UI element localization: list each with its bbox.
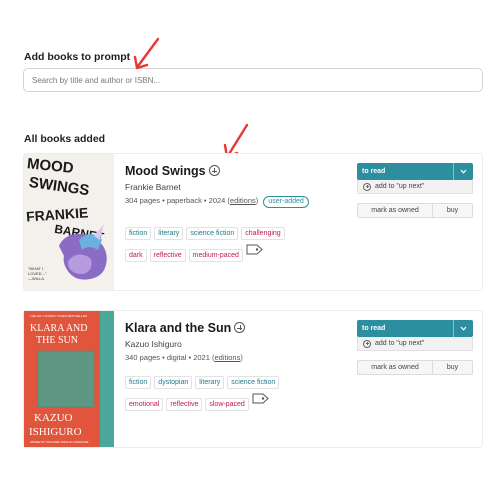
book-card: THE NO.1 SUNDAY TIMES BESTSELLER KLARA A…	[23, 310, 483, 448]
add-books-title: Add books to prompt	[24, 51, 131, 63]
editions-link[interactable]: editions	[230, 196, 256, 205]
tag[interactable]: science fiction	[186, 227, 239, 240]
cover-title-line-2: THE SUN	[36, 335, 78, 346]
user-added-badge: user-added	[263, 196, 309, 208]
add-plus-icon[interactable]	[234, 322, 246, 333]
book-meta: 304 pages • paperback • 2024 (editions) …	[125, 196, 309, 208]
book-cover[interactable]: THE NO.1 SUNDAY TIMES BESTSELLER KLARA A…	[24, 311, 114, 447]
to-read-button[interactable]: to read	[357, 320, 473, 337]
book-author[interactable]: Frankie Barnet	[125, 182, 181, 192]
tag[interactable]: emotional	[125, 398, 164, 411]
add-tag-icon[interactable]	[246, 244, 263, 255]
all-books-title: All books added	[24, 133, 106, 145]
cover-footer: WINNER OF THE NOBEL PRIZE IN LITERATURE	[30, 440, 89, 444]
book-cover[interactable]: MOOD SWINGS FRANKIE BARNET "WHAT I LOVED…	[24, 154, 114, 290]
tag-list: fiction dystopian literary science fiction …	[125, 371, 350, 415]
cover-art: MOOD SWINGS FRANKIE BARNET "WHAT I LOVED…	[24, 154, 114, 290]
tag[interactable]: fiction	[125, 227, 152, 240]
tag[interactable]: slow-paced	[205, 398, 249, 411]
to-read-button[interactable]: to read	[357, 163, 473, 180]
book-title-text[interactable]: Mood Swings	[125, 164, 206, 178]
tag[interactable]: reflective	[149, 249, 186, 262]
tag[interactable]: literary	[195, 376, 225, 389]
buy-button[interactable]: buy	[433, 360, 473, 375]
tag-list: fiction literary science fiction challengin…	[125, 222, 350, 266]
plus-circle-icon	[363, 182, 371, 191]
add-tag-icon[interactable]	[252, 393, 269, 404]
add-plus-icon[interactable]	[208, 165, 220, 176]
tag[interactable]: science fiction	[227, 376, 280, 389]
chevron-down-icon[interactable]	[453, 320, 473, 337]
search-input[interactable]	[24, 69, 482, 91]
book-author[interactable]: Kazuo Ishiguro	[125, 339, 182, 349]
buy-button[interactable]: buy	[433, 203, 473, 218]
mark-owned-button[interactable]: mark as owned	[357, 203, 433, 218]
book-meta: 340 pages • digital • 2021 (editions)	[125, 353, 243, 362]
editions-link[interactable]: editions	[214, 353, 240, 362]
cover-title-line-1: KLARA AND	[30, 323, 88, 334]
cover-top-line: THE NO.1 SUNDAY TIMES BESTSELLER	[30, 314, 88, 318]
chevron-down-icon[interactable]	[453, 163, 473, 180]
tag[interactable]: fiction	[125, 376, 152, 389]
add-up-next-button[interactable]: add to "up next"	[357, 337, 473, 351]
tag[interactable]: dark	[125, 249, 147, 262]
plus-circle-icon	[363, 339, 371, 348]
add-up-next-button[interactable]: add to "up next"	[357, 180, 473, 194]
book-title-text[interactable]: Klara and the Sun	[125, 321, 231, 335]
book-actions: to read add to "up next" mark as owned b…	[357, 163, 473, 218]
svg-text:—WILLA: —WILLA	[28, 276, 44, 281]
cover-author-line-1: KAZUO	[34, 412, 73, 424]
book-actions: to read add to "up next" mark as owned b…	[357, 320, 473, 375]
search-box[interactable]	[23, 68, 483, 92]
book-title[interactable]: Mood Swings	[125, 164, 220, 178]
cover-art: THE NO.1 SUNDAY TIMES BESTSELLER KLARA A…	[24, 311, 114, 447]
book-title[interactable]: Klara and the Sun	[125, 321, 246, 335]
cover-author-line-2: ISHIGURO	[29, 426, 82, 438]
tag[interactable]: dystopian	[154, 376, 193, 389]
tag[interactable]: medium-paced	[188, 249, 243, 262]
tag[interactable]: literary	[154, 227, 184, 240]
tag[interactable]: reflective	[166, 398, 203, 411]
book-card: MOOD SWINGS FRANKIE BARNET "WHAT I LOVED…	[23, 153, 483, 291]
tag[interactable]: challenging	[241, 227, 285, 240]
mark-owned-button[interactable]: mark as owned	[357, 360, 433, 375]
annotation-arrow-icon	[133, 37, 160, 70]
